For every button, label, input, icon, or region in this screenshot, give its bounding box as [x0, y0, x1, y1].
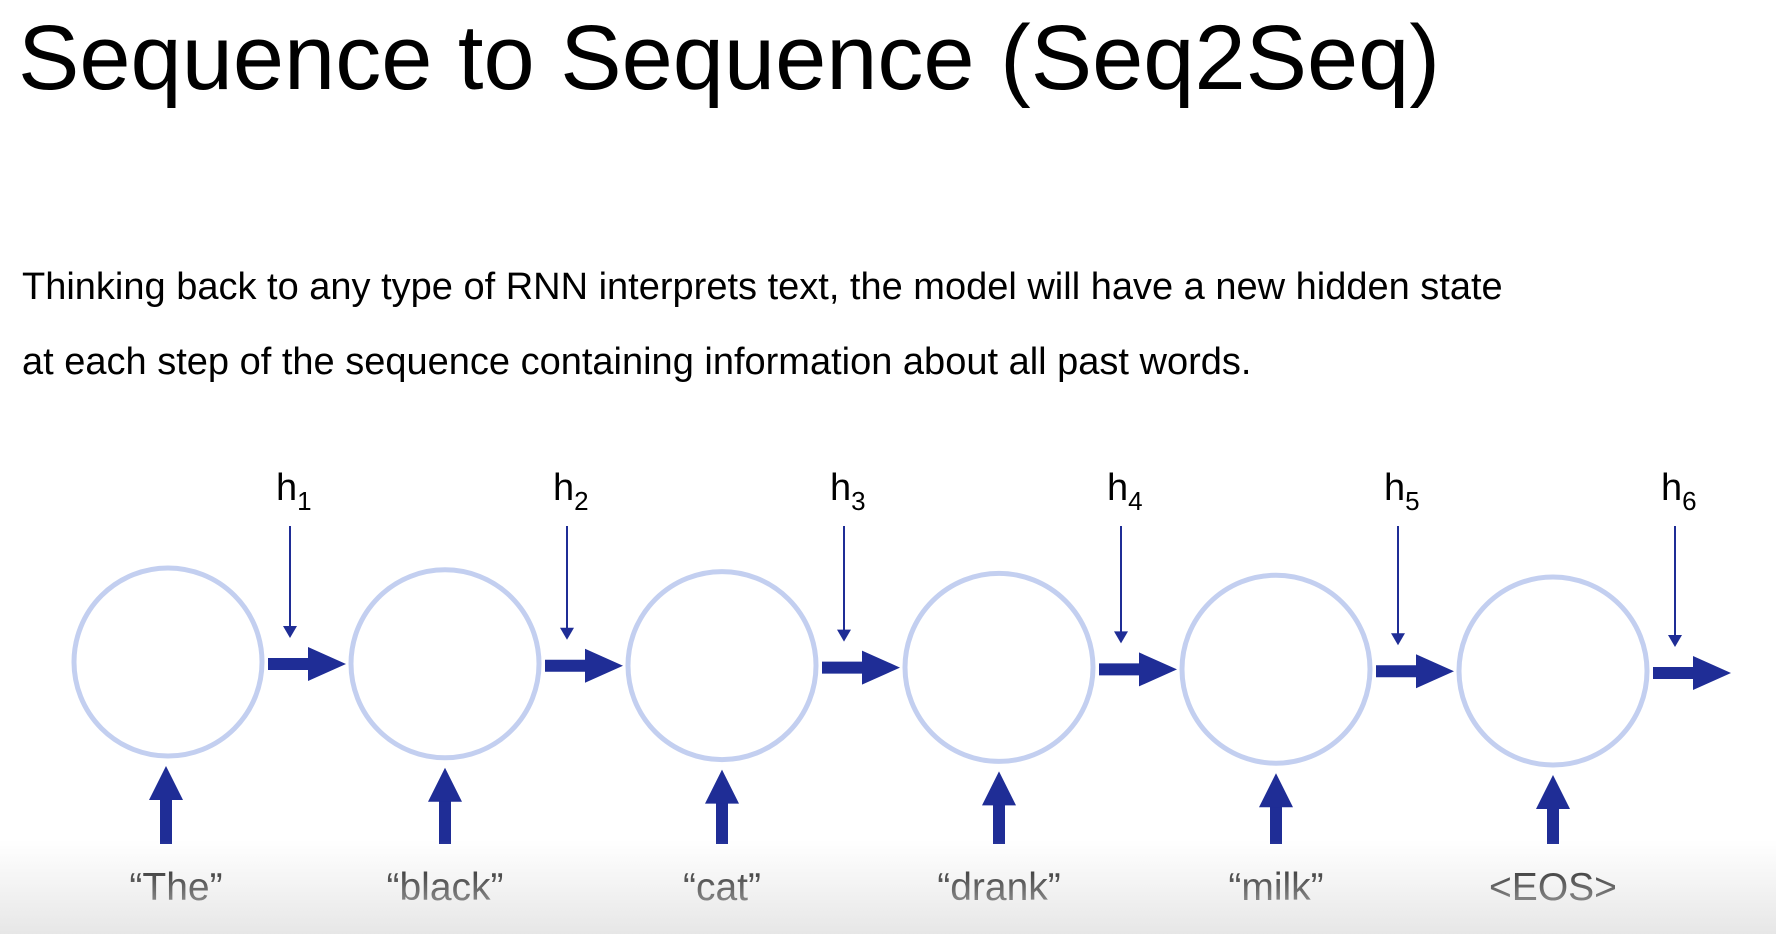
- input-token-1: “The”: [129, 866, 222, 909]
- input-token-6: <EOS>: [1489, 866, 1617, 909]
- hidden-state-label-1: h1: [276, 467, 312, 516]
- hidden-state-arrow-head-3: [837, 629, 851, 642]
- hidden-state-subscript-6: 6: [1682, 486, 1696, 516]
- recurrent-arrow-head-3: [862, 650, 900, 685]
- body-line-2: at each step of the sequence containing …: [22, 341, 1252, 383]
- input-arrow-head-1: [149, 766, 183, 800]
- slide-title: Sequence to Sequence (Seq2Seq): [18, 7, 1440, 109]
- rnn-cell-4: [902, 570, 1096, 764]
- rnn-cell-1: [71, 565, 265, 759]
- hidden-state-arrow-head-4: [1114, 631, 1128, 644]
- hidden-state-label-5: h5: [1384, 467, 1420, 516]
- recurrent-arrow-head-6: [1693, 656, 1731, 690]
- hidden-state-subscript-2: 2: [574, 486, 588, 516]
- recurrent-arrow-head-5: [1416, 654, 1454, 689]
- input-token-2: “black”: [386, 866, 503, 909]
- hidden-state-label-2: h2: [553, 467, 589, 516]
- hidden-state-subscript-3: 3: [851, 486, 865, 516]
- recurrent-arrow-head-4: [1139, 652, 1177, 687]
- input-arrow-head-6: [1536, 775, 1570, 809]
- hidden-state-arrow-head-1: [283, 626, 297, 638]
- rnn-cell-6: [1456, 574, 1650, 768]
- hidden-state-label-3: h3: [830, 467, 866, 516]
- hidden-state-subscript-5: 5: [1405, 486, 1419, 516]
- hidden-state-arrow-head-2: [560, 627, 574, 640]
- hidden-state-label-4: h4: [1107, 467, 1143, 516]
- input-arrow-head-2: [428, 767, 462, 802]
- hidden-state-subscript-1: 1: [297, 486, 311, 516]
- input-arrow-head-4: [982, 771, 1016, 806]
- input-arrow-head-5: [1259, 773, 1293, 808]
- rnn-cell-2: [348, 567, 542, 761]
- hidden-state-label-6: h6: [1661, 467, 1697, 516]
- body-line-1: Thinking back to any type of RNN interpr…: [22, 266, 1503, 308]
- rnn-unrolled-diagram: “The” h1 “black” h2 “cat” h3 “drank” h4 “milk” h5…: [71, 467, 1731, 909]
- input-token-5: “milk”: [1228, 866, 1323, 909]
- recurrent-arrow-head-2: [585, 648, 623, 683]
- hidden-state-subscript-4: 4: [1128, 486, 1142, 516]
- rnn-cell-5: [1179, 572, 1373, 766]
- recurrent-arrow-head-1: [308, 647, 346, 681]
- input-arrow-head-3: [705, 769, 739, 804]
- hidden-state-arrow-head-6: [1668, 635, 1682, 647]
- input-token-3: “cat”: [683, 866, 761, 909]
- input-token-4: “drank”: [937, 866, 1061, 909]
- rnn-cell-3: [625, 569, 819, 763]
- slide-body: Thinking back to any type of RNN interpr…: [22, 250, 1742, 400]
- hidden-state-arrow-head-5: [1391, 633, 1405, 646]
